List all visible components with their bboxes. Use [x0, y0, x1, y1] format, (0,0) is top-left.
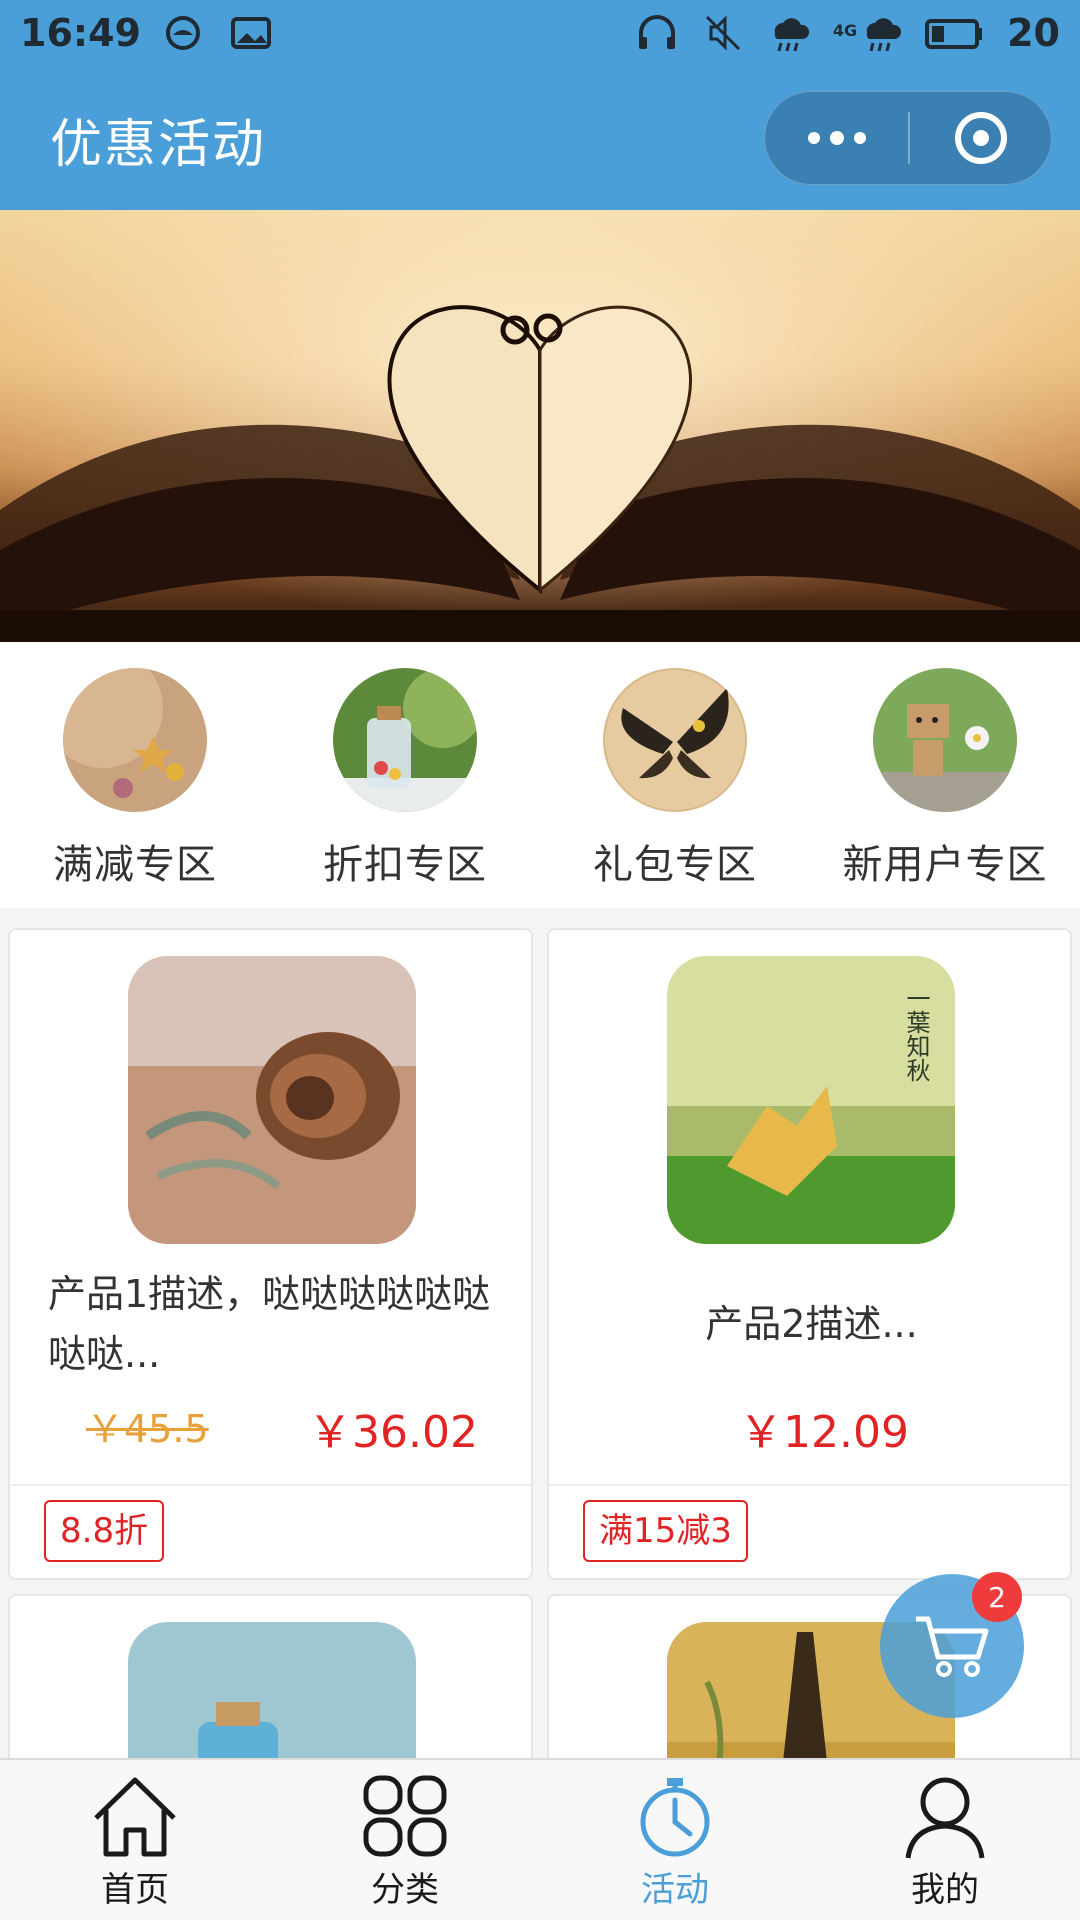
category-gift-pack[interactable]: 礼包专区 — [540, 642, 810, 908]
product-card[interactable]: 一葉知秋 产品2描述... ￥12.09 满15减3 — [547, 928, 1072, 1580]
mini-program-capsule — [764, 91, 1052, 185]
category-new-user[interactable]: 新用户专区 — [810, 642, 1080, 908]
tab-bar: 首页 分类 活动 我的 — [0, 1758, 1080, 1920]
category-label: 礼包专区 — [593, 842, 757, 888]
more-dot-icon — [807, 132, 820, 144]
tab-label: 首页 — [101, 1870, 169, 1910]
category-row: 满减专区 折扣专区 礼包专区 新用户专区 — [0, 642, 1080, 908]
signal-4g-icon — [866, 18, 902, 52]
close-miniprogram-button[interactable] — [910, 92, 1051, 184]
promo-tag: 满15减3 — [583, 1500, 748, 1562]
category-label: 折扣专区 — [323, 842, 487, 888]
seashell-thumbnail — [63, 668, 207, 812]
product-card[interactable]: 产品1描述，哒哒哒哒哒哒哒哒... ￥45.5 ￥36.02 8.8折 — [8, 928, 533, 1580]
product-image-leaf: 一葉知秋 — [667, 956, 955, 1244]
status-time: 16:49 — [20, 11, 141, 55]
tab-label: 活动 — [641, 1870, 709, 1910]
user-icon — [905, 1777, 985, 1859]
mute-icon — [705, 15, 740, 51]
robot-figure-thumbnail — [873, 668, 1017, 812]
category-full-reduction[interactable]: 满减专区 — [0, 642, 270, 908]
gallery-icon — [230, 17, 271, 49]
more-options-button[interactable] — [765, 92, 908, 184]
tab-label: 分类 — [371, 1870, 439, 1910]
sale-price: ￥12.09 — [739, 1407, 909, 1458]
headphones-icon — [638, 15, 675, 49]
original-price: ￥45.5 — [86, 1407, 209, 1451]
title-bar: 优惠活动 — [0, 66, 1080, 210]
tab-activity[interactable]: 活动 — [540, 1760, 810, 1920]
product-image-snail — [128, 956, 416, 1244]
tab-profile[interactable]: 我的 — [810, 1760, 1080, 1920]
category-label: 新用户专区 — [842, 842, 1048, 888]
product-image-text: 一葉知秋 — [902, 986, 930, 1082]
banner-image[interactable] — [0, 210, 1080, 642]
home-icon — [94, 1777, 176, 1857]
target-icon — [954, 112, 1007, 164]
promo-tag: 8.8折 — [44, 1500, 165, 1562]
app-notification-icon — [165, 16, 200, 50]
divider — [549, 1484, 1070, 1486]
bottle-thumbnail — [333, 668, 477, 812]
product-description: 产品1描述，哒哒哒哒哒哒哒哒... — [48, 1272, 491, 1376]
more-dot-icon — [853, 132, 866, 144]
divider — [10, 1484, 531, 1486]
category-discount[interactable]: 折扣专区 — [270, 642, 540, 908]
shopping-cart-icon — [916, 1616, 989, 1677]
category-grid-icon — [363, 1775, 447, 1857]
battery-icon — [925, 19, 983, 49]
signal-weather-icon — [774, 18, 809, 52]
page-title: 优惠活动 — [50, 115, 267, 175]
sale-price: ￥36.02 — [308, 1407, 478, 1458]
tab-category[interactable]: 分类 — [270, 1760, 540, 1920]
category-label: 满减专区 — [53, 842, 217, 888]
product-description: 产品2描述... — [705, 1302, 918, 1346]
status-bar: 16:49 4G 20 — [0, 0, 1080, 66]
stopwatch-icon — [640, 1778, 710, 1857]
more-dot-icon — [829, 131, 844, 145]
book-heart-illustration — [0, 210, 1080, 642]
tab-home[interactable]: 首页 — [0, 1760, 270, 1920]
tab-label: 我的 — [911, 1870, 979, 1910]
battery-level: 20 — [1007, 11, 1060, 55]
cart-count-badge: 2 — [972, 1572, 1022, 1622]
butterfly-thumbnail — [603, 668, 747, 812]
network-label: 4G — [832, 21, 858, 40]
